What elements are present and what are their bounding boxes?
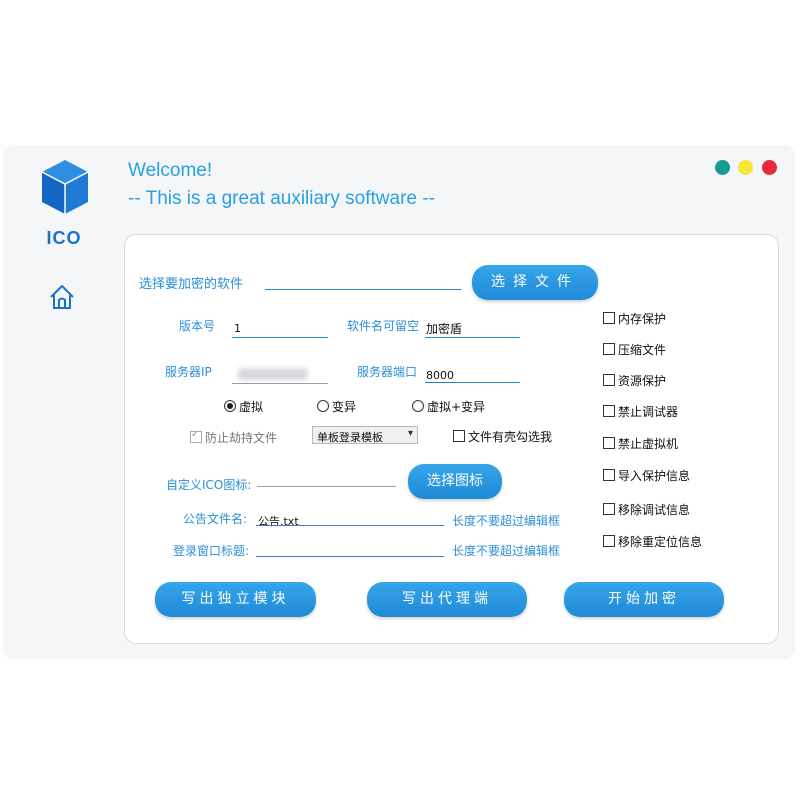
- option-import-protect[interactable]: 导入保护信息: [603, 467, 690, 484]
- radio-virtual[interactable]: 虚拟: [224, 398, 263, 415]
- subtitle: -- This is a great auxiliary software --: [128, 188, 435, 209]
- option-block-debugger-label: 禁止调试器: [618, 405, 679, 419]
- cube-logo-icon: [41, 160, 89, 214]
- option-remove-debug-info-box: [603, 503, 615, 515]
- option-memory-protect[interactable]: 内存保护: [603, 310, 666, 327]
- server-ip-input[interactable]: [238, 368, 308, 380]
- login-title-label: 登录窗口标题:: [173, 544, 250, 558]
- custom-ico-label: 自定义ICO图标:: [166, 478, 252, 492]
- server-ip-underline: [232, 383, 328, 384]
- software-name-label: 软件名可留空: [347, 319, 420, 333]
- option-block-debugger-box: [603, 405, 615, 417]
- login-title-underline: [256, 556, 444, 557]
- minimize-window-button[interactable]: [738, 160, 753, 175]
- close-window-button[interactable]: [762, 160, 777, 175]
- anti-hijack-box: [190, 429, 202, 443]
- logo-text: ICO: [46, 228, 82, 248]
- option-compress-file[interactable]: 压缩文件: [603, 341, 666, 358]
- option-remove-reloc-info-label: 移除重定位信息: [618, 535, 703, 549]
- option-resource-protect-box: [603, 374, 615, 386]
- custom-ico-underline: [257, 486, 396, 487]
- server-ip-label: 服务器IP: [165, 365, 212, 379]
- radio-mutate[interactable]: 变异: [317, 398, 356, 415]
- option-resource-protect-label: 资源保护: [618, 374, 667, 388]
- select-software-underline: [265, 289, 461, 290]
- radio-mutate-circle: [317, 400, 329, 412]
- option-memory-protect-label: 内存保护: [618, 312, 667, 326]
- option-import-protect-box: [603, 469, 615, 481]
- radio-virtual-label: 虚拟: [239, 400, 264, 414]
- shell-box: [453, 430, 465, 442]
- template-select[interactable]: 单板登录模板 ▾: [312, 426, 418, 444]
- server-port-label: 服务器端口: [357, 365, 418, 379]
- notice-file-input[interactable]: 公告.txt: [258, 513, 299, 529]
- radio-virtual-circle: [224, 400, 236, 412]
- start-encrypt-button[interactable]: 开始加密: [564, 582, 724, 617]
- radio-virtual-mutate[interactable]: 虚拟+变异: [412, 398, 485, 415]
- notice-hint: 长度不要超过编辑框: [452, 514, 561, 528]
- option-block-vm[interactable]: 禁止虚拟机: [603, 435, 678, 452]
- option-block-vm-box: [603, 437, 615, 449]
- software-name-input[interactable]: 加密盾: [426, 320, 462, 337]
- server-port-input[interactable]: 8000: [426, 369, 454, 382]
- version-input[interactable]: 1: [234, 322, 241, 335]
- radio-virtual-mutate-circle: [412, 400, 424, 412]
- chevron-down-icon: ▾: [407, 428, 413, 439]
- option-memory-protect-box: [603, 312, 615, 324]
- option-block-debugger[interactable]: 禁止调试器: [603, 403, 678, 420]
- anti-hijack-checkbox[interactable]: 防止劫持文件: [190, 429, 277, 446]
- version-underline: [232, 337, 328, 338]
- option-block-vm-label: 禁止虚拟机: [618, 437, 679, 451]
- version-label: 版本号: [179, 319, 216, 333]
- option-compress-file-label: 压缩文件: [618, 343, 667, 357]
- notice-file-underline: [256, 525, 444, 526]
- radio-mutate-label: 变异: [332, 400, 357, 414]
- select-icon-button[interactable]: 选择图标: [408, 464, 502, 499]
- teal-window-button[interactable]: [715, 160, 730, 175]
- notice-file-label: 公告文件名:: [183, 512, 248, 526]
- shell-label: 文件有壳勾选我: [468, 430, 553, 444]
- server-port-underline: [425, 382, 520, 383]
- software-name-underline: [425, 337, 520, 338]
- login-hint: 长度不要超过编辑框: [452, 544, 561, 558]
- option-import-protect-label: 导入保护信息: [618, 469, 691, 483]
- template-select-value: 单板登录模板: [317, 431, 383, 444]
- option-remove-debug-info[interactable]: 移除调试信息: [603, 501, 690, 518]
- option-resource-protect[interactable]: 资源保护: [603, 372, 666, 389]
- home-icon[interactable]: [47, 282, 77, 312]
- select-software-label: 选择要加密的软件: [139, 277, 244, 292]
- option-remove-debug-info-label: 移除调试信息: [618, 503, 691, 517]
- write-module-button[interactable]: 写出独立模块: [155, 582, 316, 617]
- option-compress-file-box: [603, 343, 615, 355]
- option-remove-reloc-info[interactable]: 移除重定位信息: [603, 533, 702, 550]
- anti-hijack-label: 防止劫持文件: [205, 431, 278, 445]
- select-file-button[interactable]: 选择文件: [472, 265, 598, 300]
- welcome-title: Welcome!: [128, 160, 213, 181]
- write-proxy-button[interactable]: 写出代理端: [367, 582, 527, 617]
- radio-virtual-mutate-label: 虚拟+变异: [427, 400, 486, 414]
- option-remove-reloc-info-box: [603, 535, 615, 547]
- shell-checkbox[interactable]: 文件有壳勾选我: [453, 428, 552, 445]
